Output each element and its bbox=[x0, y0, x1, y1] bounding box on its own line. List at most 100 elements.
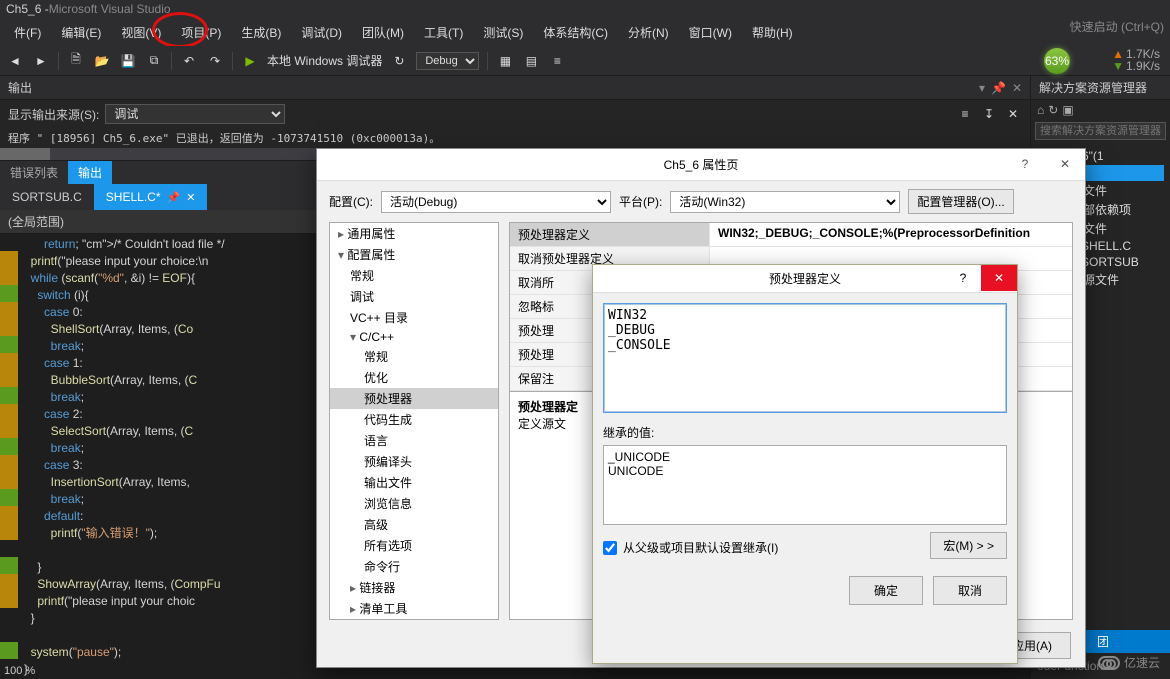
property-tree[interactable]: 通用属性配置属性常规调试VC++ 目录C/C++常规优化预处理器代码生成语言预编… bbox=[329, 222, 499, 620]
output-tb-icon-2[interactable]: ↧ bbox=[980, 105, 998, 123]
inherit-label: 继承的值: bbox=[603, 424, 1007, 441]
menu-tools[interactable]: 工具(T) bbox=[414, 20, 473, 45]
tab-output[interactable]: 输出 bbox=[68, 161, 112, 184]
config-manager-button[interactable]: 配置管理器(O)... bbox=[908, 189, 1013, 214]
prop-tree-node[interactable]: 调试 bbox=[330, 286, 498, 307]
toolbar: ◄ ► 🗎 📂 💾 ⧉ ↶ ↷ ▶ 本地 Windows 调试器 ↻ Debug… bbox=[0, 46, 1170, 76]
config-label: 配置(C): bbox=[329, 193, 373, 210]
menubar: 件(F) 编辑(E) 视图(V) 项目(P) 生成(B) 调试(D) 团队(M)… bbox=[0, 18, 1170, 46]
home-icon[interactable]: ⌂ bbox=[1037, 103, 1044, 117]
prop-tree-node[interactable]: 链接器 bbox=[330, 577, 498, 598]
cancel-button[interactable]: 取消 bbox=[933, 576, 1007, 605]
output-source-label: 显示输出来源(S): bbox=[8, 106, 99, 123]
output-tb-icon-1[interactable]: ≡ bbox=[956, 105, 974, 123]
inherit-item: _UNICODE bbox=[608, 450, 1002, 464]
new-project-icon[interactable]: 🗎 bbox=[67, 52, 85, 70]
pin-icon[interactable]: 📌 bbox=[991, 81, 1006, 95]
ok-button[interactable]: 确定 bbox=[849, 576, 923, 605]
menu-arch[interactable]: 体系结构(C) bbox=[533, 20, 618, 45]
platform-select[interactable]: 活动(Win32) bbox=[670, 191, 900, 213]
nav-back-icon[interactable]: ◄ bbox=[6, 52, 24, 70]
collapse-icon[interactable]: ▣ bbox=[1062, 103, 1073, 117]
tab-pin-icon[interactable]: 📌 bbox=[167, 191, 181, 204]
config-select[interactable]: Debug bbox=[416, 52, 479, 70]
prop-tree-node[interactable]: 常规 bbox=[330, 346, 498, 367]
nav-fwd-icon[interactable]: ► bbox=[32, 52, 50, 70]
subdialog-close-icon[interactable]: ✕ bbox=[981, 265, 1017, 291]
menu-team[interactable]: 团队(M) bbox=[352, 20, 414, 45]
output-tb-icon-3[interactable]: ✕ bbox=[1004, 105, 1022, 123]
inherit-checkbox-label: 从父级或项目默认设置继承(I) bbox=[623, 539, 778, 556]
prop-tree-node[interactable]: C/C++ bbox=[330, 328, 498, 346]
tab-error-list[interactable]: 错误列表 bbox=[0, 161, 68, 184]
quick-launch[interactable]: 快速启动 (Ctrl+Q) bbox=[1070, 18, 1164, 35]
inherit-checkbox[interactable] bbox=[603, 541, 617, 555]
subdialog-help-icon[interactable]: ? bbox=[945, 265, 981, 291]
output-panel-title: 输出 bbox=[8, 79, 32, 96]
prop-tree-node[interactable]: 语言 bbox=[330, 430, 498, 451]
dialog-close-icon[interactable]: ✕ bbox=[1045, 149, 1085, 179]
menu-view[interactable]: 视图(V) bbox=[111, 20, 171, 45]
preprocessor-dialog: 预处理器定义 ? ✕ 继承的值: _UNICODE UNICODE 从父级或项目… bbox=[592, 264, 1018, 664]
dropdown-icon[interactable]: ▾ bbox=[979, 81, 985, 95]
play-icon[interactable]: ▶ bbox=[241, 52, 259, 70]
tb-icon-2[interactable]: ▤ bbox=[522, 52, 540, 70]
menu-build[interactable]: 生成(B) bbox=[231, 20, 291, 45]
refresh-icon[interactable]: ↻ bbox=[1048, 103, 1058, 117]
tab-sortsub[interactable]: SORTSUB.C bbox=[0, 184, 94, 210]
refresh-icon[interactable]: ↻ bbox=[390, 52, 408, 70]
solution-toolbar: ⌂ ↻ ▣ bbox=[1031, 100, 1170, 120]
save-icon[interactable]: 💾 bbox=[119, 52, 137, 70]
tb-icon-1[interactable]: ▦ bbox=[496, 52, 514, 70]
tb-icon-3[interactable]: ≡ bbox=[548, 52, 566, 70]
tab-shell[interactable]: SHELL.C*📌✕ bbox=[94, 184, 208, 210]
inherit-listbox[interactable]: _UNICODE UNICODE bbox=[603, 445, 1007, 525]
tab-team[interactable]: 团 bbox=[1091, 630, 1115, 653]
prop-tree-node[interactable]: 浏览信息 bbox=[330, 493, 498, 514]
prop-tree-node[interactable]: 输出文件 bbox=[330, 472, 498, 493]
output-panel-header: 输出 ▾ 📌 ✕ bbox=[0, 76, 1030, 100]
prop-tree-node[interactable]: 优化 bbox=[330, 367, 498, 388]
menu-test[interactable]: 测试(S) bbox=[473, 20, 533, 45]
prop-tree-node[interactable]: 配置属性 bbox=[330, 244, 498, 265]
help-icon[interactable]: ? bbox=[1005, 149, 1045, 179]
undo-icon[interactable]: ↶ bbox=[180, 52, 198, 70]
menu-help[interactable]: 帮助(H) bbox=[742, 20, 803, 45]
prop-grid-row[interactable]: 预处理器定义WIN32;_DEBUG;_CONSOLE;%(Preprocess… bbox=[510, 223, 1072, 247]
prop-tree-node[interactable]: VC++ 目录 bbox=[330, 307, 498, 328]
menu-window[interactable]: 窗口(W) bbox=[679, 20, 742, 45]
output-source-select[interactable]: 调试 bbox=[105, 104, 285, 124]
debugger-label[interactable]: 本地 Windows 调试器 bbox=[267, 52, 382, 69]
menu-edit[interactable]: 编辑(E) bbox=[51, 20, 111, 45]
close-icon[interactable]: ✕ bbox=[1012, 81, 1022, 95]
menu-debug[interactable]: 调试(D) bbox=[291, 20, 352, 45]
prop-tree-node[interactable]: 预编译头 bbox=[330, 451, 498, 472]
prop-tree-node[interactable]: 清单工具 bbox=[330, 598, 498, 619]
save-all-icon[interactable]: ⧉ bbox=[145, 52, 163, 70]
menu-project[interactable]: 项目(P) bbox=[171, 20, 231, 45]
zoom-level[interactable]: 100 % bbox=[4, 665, 35, 677]
macro-button[interactable]: 宏(M) > > bbox=[930, 532, 1007, 559]
editor-code[interactable]: return; "cm">/* Couldn't load file */ pr… bbox=[18, 234, 231, 679]
platform-label: 平台(P): bbox=[619, 193, 662, 210]
menu-file[interactable]: 件(F) bbox=[4, 20, 51, 45]
config-select[interactable]: 活动(Debug) bbox=[381, 191, 611, 213]
redo-icon[interactable]: ↷ bbox=[206, 52, 224, 70]
prop-tree-node[interactable]: 高级 bbox=[330, 514, 498, 535]
dialog-titlebar[interactable]: Ch5_6 属性页 ? ✕ bbox=[317, 149, 1085, 181]
prop-tree-node[interactable]: XML 文档生成器 bbox=[330, 619, 498, 620]
prop-tree-node[interactable]: 所有选项 bbox=[330, 535, 498, 556]
prop-tree-node[interactable]: 命令行 bbox=[330, 556, 498, 577]
watermark: 亿速云 bbox=[1098, 654, 1160, 671]
prop-tree-node[interactable]: 常规 bbox=[330, 265, 498, 286]
prop-tree-node[interactable]: 代码生成 bbox=[330, 409, 498, 430]
open-icon[interactable]: 📂 bbox=[93, 52, 111, 70]
solution-search-input[interactable] bbox=[1035, 122, 1166, 140]
menu-analyze[interactable]: 分析(N) bbox=[618, 20, 679, 45]
subdialog-titlebar[interactable]: 预处理器定义 ? ✕ bbox=[593, 265, 1017, 293]
watermark-icon bbox=[1098, 656, 1120, 670]
prop-tree-node[interactable]: 通用属性 bbox=[330, 223, 498, 244]
definitions-textarea[interactable] bbox=[603, 303, 1007, 413]
prop-tree-node[interactable]: 预处理器 bbox=[330, 388, 498, 409]
tab-close-icon[interactable]: ✕ bbox=[186, 191, 195, 204]
